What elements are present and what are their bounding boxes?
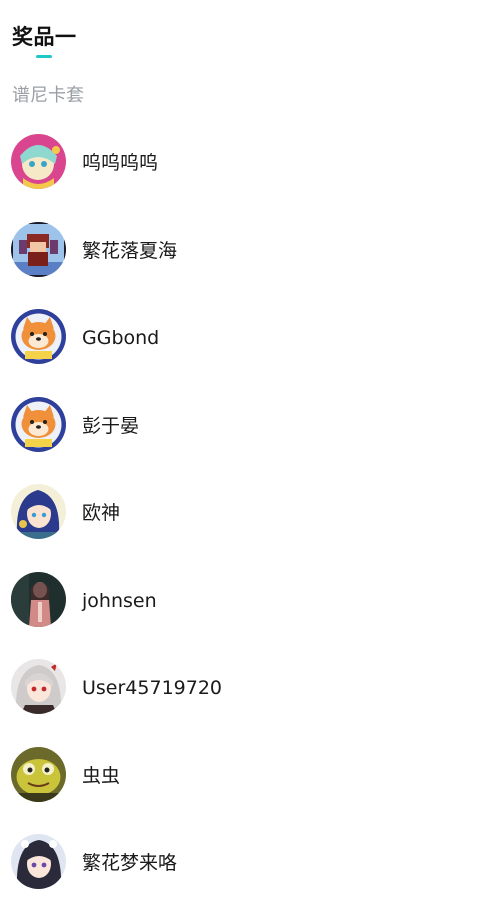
winner-row: 繁花梦来咯 xyxy=(0,832,478,920)
winner-row: johnsen xyxy=(0,570,478,658)
anime-girl-blue-hair-avatar xyxy=(11,484,66,539)
winner-name: 虫虫 xyxy=(82,764,121,787)
anime-girl-dark-hair-avatar xyxy=(11,834,66,889)
prize-title: 奖品一 xyxy=(12,25,77,49)
shiba-dog-avatar xyxy=(11,309,66,364)
prize-name: 谱尼卡套 xyxy=(12,85,84,106)
winner-row: User45719720 xyxy=(0,657,478,745)
yellow-frog-avatar xyxy=(11,746,66,802)
winner-row: 呜呜呜呜 xyxy=(0,132,478,220)
winner-name: 繁花梦来咯 xyxy=(82,852,178,874)
shiba-dog-avatar xyxy=(11,396,66,452)
winner-row: 欧神 xyxy=(0,482,478,570)
pixel-character-avatar xyxy=(11,221,66,277)
winner-name: User45719720 xyxy=(82,677,223,699)
winner-row: GGbond xyxy=(0,307,478,395)
winner-name: johnsen xyxy=(82,589,157,612)
winner-list: 呜呜呜呜 繁花落夏海 GGbond 彭于晏 欧神 johnsen User457… xyxy=(0,132,478,920)
winner-row: 繁花落夏海 xyxy=(0,220,478,308)
anime-girl-white-hair-avatar xyxy=(11,659,66,714)
title-accent-underline xyxy=(36,55,52,58)
winner-name: GGbond xyxy=(82,327,160,349)
prize-header: 奖品一 xyxy=(12,22,77,58)
winner-name: 繁花落夏海 xyxy=(82,239,178,262)
winner-name: 欧神 xyxy=(82,502,121,524)
winner-row: 虫虫 xyxy=(0,745,478,833)
anime-girl-pink-avatar xyxy=(11,134,66,189)
dark-photo-avatar xyxy=(11,571,66,627)
winner-name: 呜呜呜呜 xyxy=(82,152,159,174)
winner-name: 彭于晏 xyxy=(82,414,140,437)
winner-row: 彭于晏 xyxy=(0,395,478,483)
